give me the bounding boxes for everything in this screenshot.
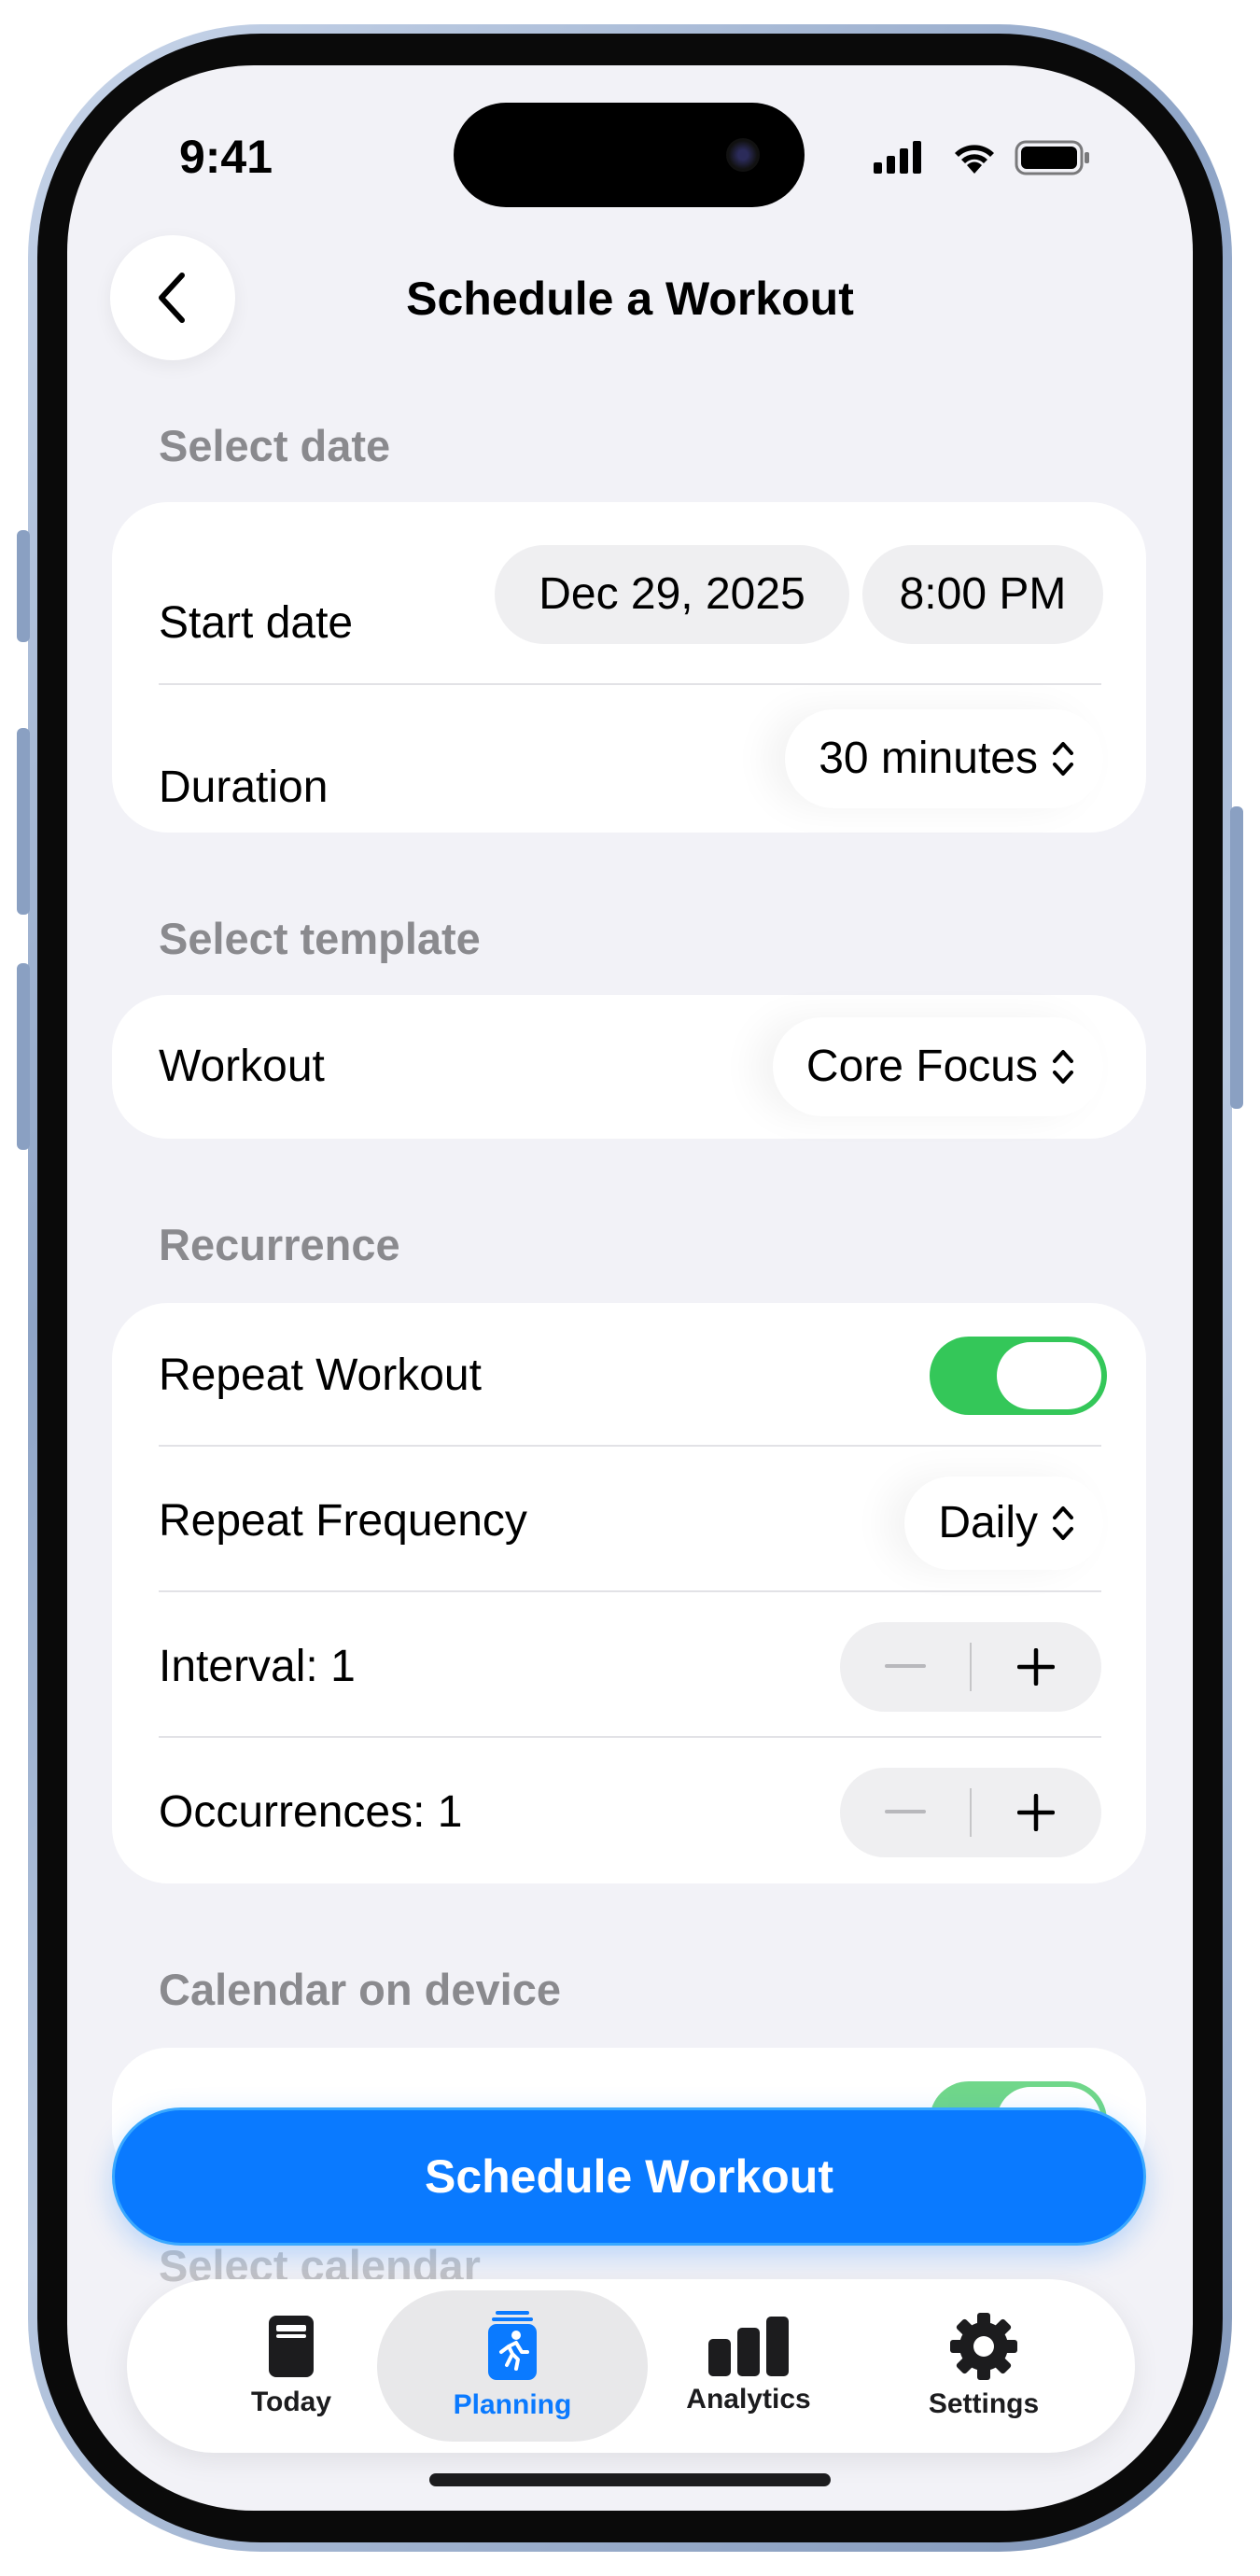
tab-analytics[interactable]: Analytics (646, 2290, 851, 2442)
section-label-recurrence: Recurrence (159, 1220, 400, 1269)
power-button (1230, 806, 1243, 1109)
minus-icon (885, 1810, 926, 1813)
home-indicator (429, 2473, 831, 2486)
tab-label-settings: Settings (928, 2388, 1040, 2419)
book-icon (269, 2316, 314, 2377)
page-title: Schedule a Workout (406, 273, 854, 325)
toggle-knob (997, 1342, 1101, 1409)
workout-label: Workout (159, 1042, 325, 1091)
calendar-run-icon (488, 2311, 537, 2380)
template-card: Workout Core Focus (112, 995, 1146, 1139)
interval-decrement-button[interactable] (840, 1622, 971, 1712)
duration-value: 30 minutes (819, 734, 1038, 783)
section-label-template: Select template (159, 914, 481, 963)
duration-picker[interactable]: 30 minutes (785, 709, 1103, 808)
schedule-workout-button[interactable]: Schedule Workout (112, 2107, 1146, 2246)
occurrences-stepper (840, 1768, 1101, 1857)
action-button (17, 530, 30, 642)
battery-icon (1015, 140, 1089, 175)
workout-picker[interactable]: Core Focus (772, 1017, 1103, 1116)
tab-today[interactable]: Today (189, 2290, 394, 2442)
volume-down-button (17, 963, 30, 1150)
chevron-left-icon (159, 273, 185, 323)
repeat-frequency-picker[interactable]: Daily (904, 1477, 1103, 1570)
section-label-calendar: Calendar on device (159, 1965, 561, 2014)
start-date-picker[interactable]: Dec 29, 2025 (495, 545, 849, 644)
wifi-icon (955, 145, 994, 174)
repeat-workout-label: Repeat Workout (159, 1351, 482, 1400)
occurrences-label: Occurrences: 1 (159, 1787, 463, 1837)
tab-label-planning: Planning (453, 2389, 572, 2420)
status-time: 9:41 (178, 131, 273, 183)
status-icons-svg (874, 140, 1089, 175)
interval-stepper (840, 1622, 1101, 1712)
date-card: Start date Dec 29, 2025 8:00 PM Duration… (112, 502, 1146, 833)
workout-value: Core Focus (805, 1042, 1038, 1091)
interval-increment-button[interactable] (971, 1622, 1101, 1712)
gear-icon (950, 2313, 1017, 2380)
recurrence-card: Repeat Workout Repeat Frequency Daily In… (112, 1303, 1146, 1883)
occurrences-increment-button[interactable] (971, 1768, 1101, 1857)
status-icons (874, 138, 1098, 175)
divider (159, 1736, 1101, 1738)
divider (159, 1445, 1101, 1447)
back-button[interactable] (110, 235, 235, 360)
tab-planning[interactable]: Planning (410, 2290, 615, 2442)
repeat-frequency-label: Repeat Frequency (159, 1496, 527, 1546)
start-date-label: Start date (159, 598, 354, 648)
interval-label: Interval: 1 (159, 1642, 356, 1691)
chevron-up-down-icon (1053, 1506, 1073, 1540)
bar-chart-icon (708, 2317, 789, 2376)
chevron-up-down-icon (1053, 742, 1073, 776)
tab-settings[interactable]: Settings (881, 2290, 1086, 2442)
tab-bar: Today Planning Analytics Settings (127, 2279, 1135, 2453)
occurrences-decrement-button[interactable] (840, 1768, 971, 1857)
chevron-up-down-icon (1053, 1050, 1073, 1084)
cellular-signal-icon (874, 141, 921, 174)
dynamic-island (454, 103, 805, 207)
duration-label: Duration (159, 763, 329, 812)
tab-label-analytics: Analytics (686, 2384, 811, 2415)
divider (159, 1590, 1101, 1592)
front-camera (726, 138, 760, 172)
tab-label-today: Today (250, 2387, 332, 2417)
plus-icon (1017, 1794, 1055, 1831)
repeat-workout-toggle[interactable] (930, 1337, 1107, 1415)
plus-icon (1017, 1648, 1055, 1686)
minus-icon (885, 1664, 926, 1668)
repeat-frequency-value: Daily (938, 1498, 1038, 1547)
volume-up-button (17, 728, 30, 915)
divider (159, 683, 1101, 685)
section-label-date: Select date (159, 421, 391, 470)
start-time-picker[interactable]: 8:00 PM (862, 545, 1103, 644)
